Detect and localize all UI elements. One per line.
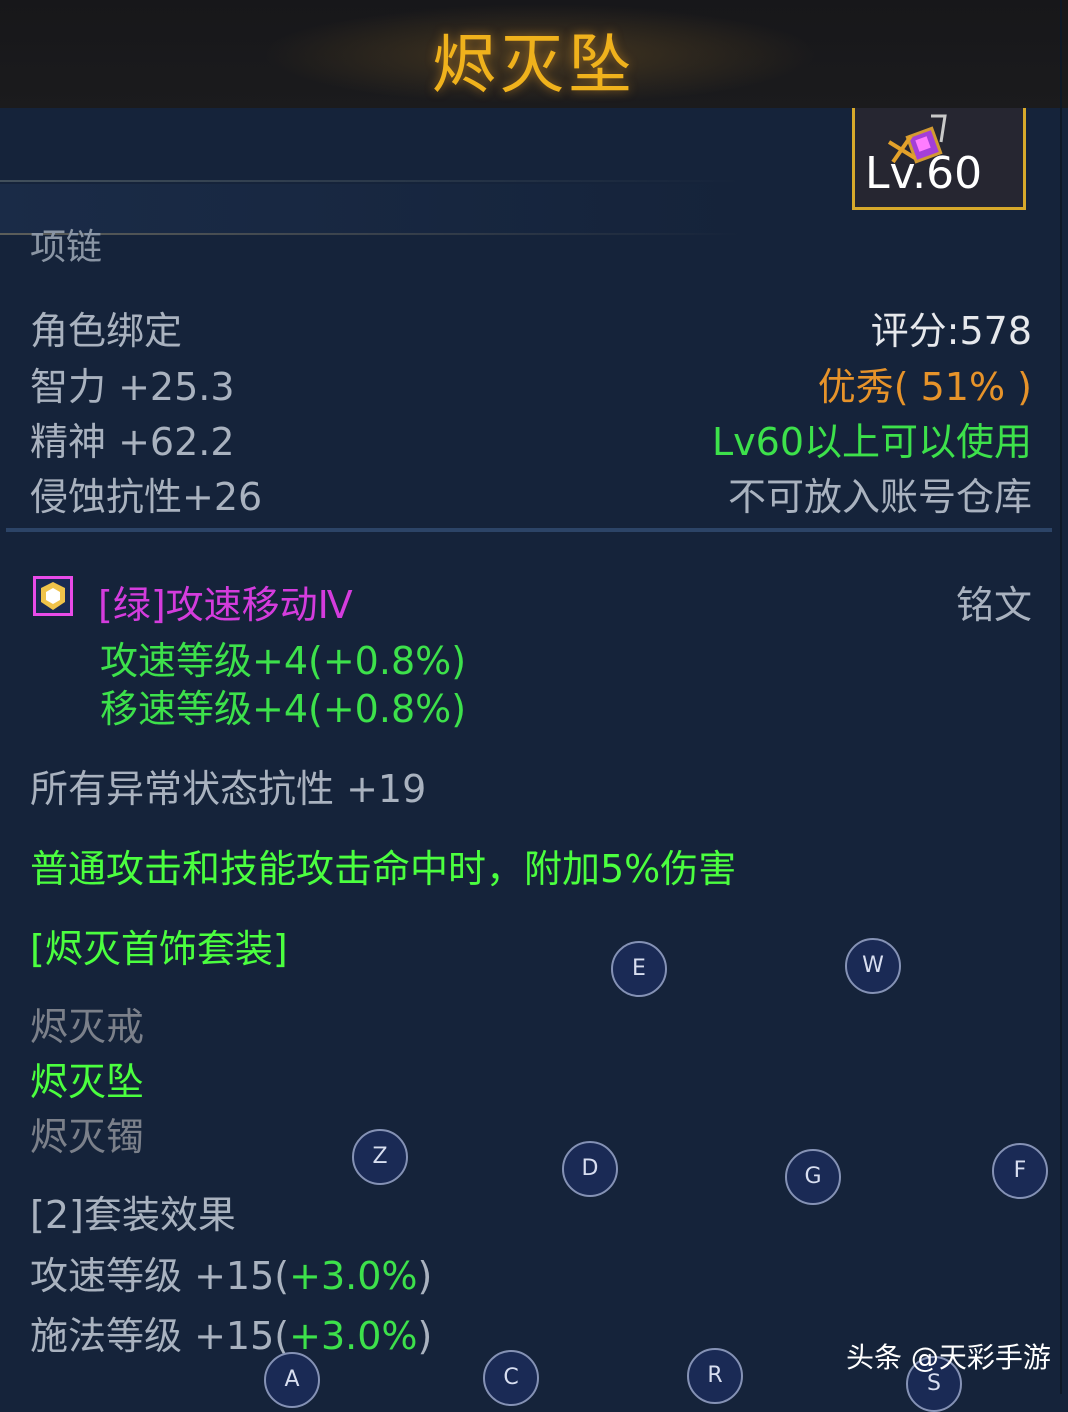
item-slot-type: 项链: [30, 227, 103, 268]
header-line-bottom: [0, 233, 740, 235]
binding-text: 角色绑定: [30, 309, 183, 353]
key-g-button[interactable]: G: [785, 1149, 841, 1205]
set-piece-ring: 烬灭戒: [30, 1005, 145, 1049]
key-a-button[interactable]: A: [264, 1352, 320, 1408]
rune-emblem-icon: [41, 582, 65, 610]
rune-bonus-move-speed: 移速等级+4(+0.8%): [100, 687, 467, 731]
key-w-button[interactable]: W: [845, 938, 901, 994]
set-name: [烬灭首饰套装]: [30, 927, 288, 971]
item-level: Lv.60: [865, 148, 983, 199]
key-z-button[interactable]: Z: [352, 1129, 408, 1185]
watermark-text: 头条 @天彩手游: [846, 1341, 1051, 1374]
set-bonus-attack-speed: 攻速等级 +15(+3.0%): [30, 1245, 432, 1300]
rune-name: [绿]攻速移动Ⅳ: [98, 583, 353, 627]
level-requirement-text: Lv60以上可以使用: [711, 420, 1032, 464]
key-c-button[interactable]: C: [483, 1350, 539, 1406]
score-text: 评分:578: [870, 309, 1032, 353]
key-f-button[interactable]: F: [992, 1143, 1048, 1199]
key-d-button[interactable]: D: [562, 1141, 618, 1197]
item-icon-frame[interactable]: Lv.60: [852, 108, 1026, 210]
special-effect-text: 普通攻击和技能攻击命中时，附加5%伤害: [30, 847, 737, 891]
item-title: 烬灭坠: [432, 29, 636, 103]
rune-icon[interactable]: [33, 576, 73, 616]
key-r-button[interactable]: R: [687, 1348, 743, 1404]
set-piece-bracelet: 烬灭镯: [30, 1115, 145, 1159]
storage-restriction-text: 不可放入账号仓库: [727, 475, 1032, 519]
set-bonus-1-value: +3.0%: [289, 1254, 418, 1298]
quality-text: 优秀( 51% ): [817, 365, 1032, 409]
set-bonus-2-value: +3.0%: [289, 1314, 418, 1358]
section-divider: [6, 528, 1052, 532]
header-line-top: [0, 180, 740, 182]
set-piece-pendant: 烬灭坠: [30, 1060, 145, 1104]
set-bonus-2-label: 施法等级 +15(: [30, 1314, 290, 1358]
key-e-button[interactable]: E: [611, 941, 667, 997]
slot-band: [0, 184, 740, 234]
rune-tag: 铭文: [955, 583, 1032, 627]
set-bonus-2-close: ): [417, 1314, 433, 1358]
set-bonus-cast-speed: 施法等级 +15(+3.0%): [30, 1305, 432, 1360]
rune-bonus-attack-speed: 攻速等级+4(+0.8%): [100, 639, 467, 683]
set-bonus-title: [2]套装效果: [30, 1193, 236, 1237]
panel-edge: [1060, 0, 1062, 1394]
intelligence-stat: 智力 +25.3: [30, 365, 235, 409]
status-resist-stat: 所有异常状态抗性 +19: [30, 767, 427, 811]
spirit-stat: 精神 +62.2: [30, 420, 235, 464]
set-bonus-1-label: 攻速等级 +15(: [30, 1254, 290, 1298]
set-bonus-1-close: ): [417, 1254, 433, 1298]
corrosion-resist-stat: 侵蚀抗性+26: [30, 475, 263, 519]
